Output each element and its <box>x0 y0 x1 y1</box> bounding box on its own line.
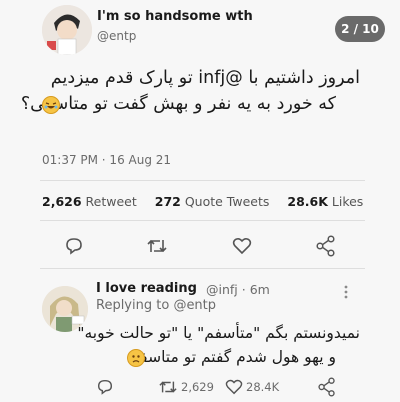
tweet-screenshot: I'm so handsome wth @entp 2 / 10 امروز د… <box>0 0 400 402</box>
retweet-icon[interactable] <box>146 236 168 260</box>
author-handle[interactable]: @entp <box>97 29 136 43</box>
retweet-icon[interactable] <box>158 378 178 400</box>
retweet-count[interactable]: 2,626 <box>42 194 82 209</box>
divider <box>40 268 365 269</box>
sad-emoji <box>127 349 145 367</box>
reply-author-name[interactable]: I love reading <box>96 281 197 296</box>
slide-counter: 2 / 10 <box>335 16 385 42</box>
heart-icon[interactable] <box>232 236 252 260</box>
share-icon[interactable] <box>316 235 336 261</box>
reply-like-count[interactable]: 28.4K <box>246 380 279 394</box>
reply-author-handle[interactable]: @infj · 6m <box>206 282 270 297</box>
author-avatar[interactable] <box>42 5 92 55</box>
tweet-timestamp[interactable]: 01:37 PM · 16 Aug 21 <box>42 153 171 167</box>
reply-retweet-count[interactable]: 2,629 <box>181 380 214 394</box>
retweet-label[interactable]: Retweet <box>86 194 137 209</box>
like-label[interactable]: Likes <box>332 194 363 209</box>
reply-icon[interactable] <box>64 236 84 260</box>
author-name[interactable]: I'm so handsome wth <box>97 9 253 24</box>
replying-handle[interactable]: @entp <box>173 298 216 313</box>
tweet-text-line1: امروز داشتیم با @infj تو پارک قدم میزدیم <box>50 68 360 88</box>
reply-text-line2: و یهو هول شدم گفتم تو متاسفی <box>127 348 336 366</box>
divider <box>40 220 365 221</box>
quote-count[interactable]: 272 <box>155 194 181 209</box>
share-icon[interactable] <box>318 377 336 401</box>
replying-label: Replying to <box>96 298 170 313</box>
quote-label[interactable]: Quote Tweets <box>185 194 270 209</box>
divider <box>40 180 365 181</box>
more-icon[interactable] <box>344 285 348 299</box>
laughing-emoji <box>42 96 60 114</box>
reply-text-line1: نمیدونستم بگم "متأسفم" یا "تو حالت خوبه" <box>77 324 360 342</box>
replying-to: Replying to @entp <box>96 298 216 313</box>
tweet-stats: 2,626 Retweet 272 Quote Tweets 28.6K Lik… <box>42 194 363 209</box>
heart-icon[interactable] <box>225 378 243 400</box>
tweet-text-line2: که خورد به یه نفر و بهش گفت تو متاسفی؟ <box>20 94 336 114</box>
reply-icon[interactable] <box>96 378 114 400</box>
like-count[interactable]: 28.6K <box>287 194 328 209</box>
